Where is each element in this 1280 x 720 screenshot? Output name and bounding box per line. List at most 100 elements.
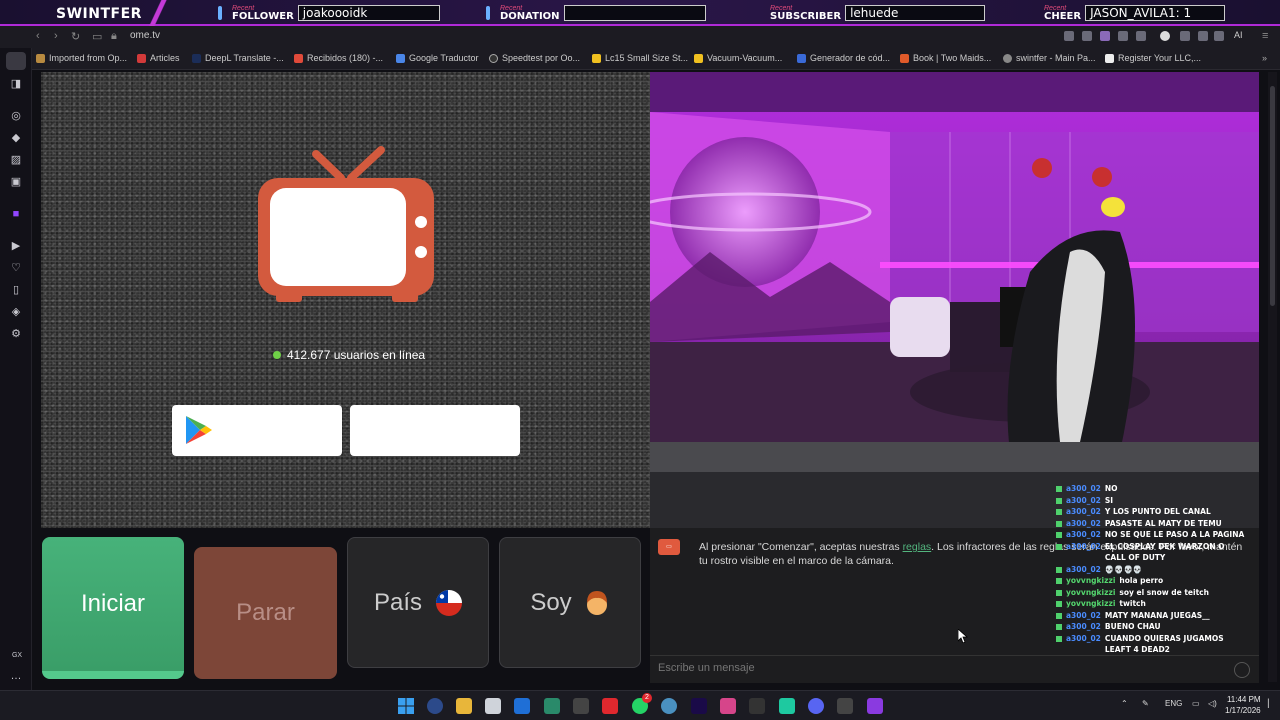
follower-marker-icon bbox=[218, 6, 222, 20]
bookmark-item[interactable]: Recibidos (180) -... bbox=[294, 53, 383, 63]
home-icon[interactable] bbox=[6, 52, 26, 70]
url-field[interactable]: ome.tv bbox=[130, 30, 160, 41]
gx-label[interactable]: GX bbox=[9, 650, 25, 662]
chat-message-text: NO bbox=[1104, 484, 1118, 493]
chat-username: a300_02 bbox=[1066, 507, 1101, 516]
windows-start-icon[interactable] bbox=[398, 698, 414, 714]
twitch-icon[interactable]: ■ bbox=[10, 208, 22, 220]
wallet-icon[interactable] bbox=[1214, 31, 1224, 41]
subscriber-label: SUBSCRIBER bbox=[770, 10, 842, 22]
bookmark-icon bbox=[900, 53, 909, 63]
file-explorer-icon[interactable] bbox=[456, 698, 472, 714]
app-icon[interactable] bbox=[573, 698, 589, 714]
app-icon[interactable] bbox=[779, 698, 795, 714]
chat-message-text: EL COSPLAY DEK WARZON O CALL OF DUTY bbox=[1104, 541, 1225, 563]
bookmark-item[interactable]: Vacuum-Vacuum... bbox=[694, 53, 782, 63]
tv-logo-icon bbox=[258, 146, 434, 302]
bookmark-item[interactable]: swintfer - Main Pa... bbox=[1003, 53, 1096, 63]
camera-icon[interactable]: ▭ bbox=[92, 30, 102, 43]
profile-icon[interactable] bbox=[1160, 31, 1170, 41]
box-icon[interactable]: ▣ bbox=[10, 176, 22, 188]
volume-icon[interactable]: ◁) bbox=[1208, 699, 1217, 708]
search-app-icon[interactable] bbox=[427, 698, 443, 714]
more-options-icon[interactable]: … bbox=[10, 670, 22, 682]
google-play-button[interactable] bbox=[172, 405, 342, 456]
page-scrollbar[interactable] bbox=[1268, 72, 1277, 682]
bookmark-item[interactable]: Speedtest por Oo... bbox=[489, 53, 580, 63]
chat-message-text: SI bbox=[1104, 495, 1114, 505]
lock-icon[interactable]: 🔒︎ bbox=[111, 30, 117, 43]
outlook-icon[interactable] bbox=[514, 698, 530, 714]
extensions-icon[interactable]: ◈ bbox=[10, 306, 22, 318]
steam-icon[interactable] bbox=[661, 698, 677, 714]
bookmark-item[interactable]: Imported from Op... bbox=[36, 53, 127, 63]
twitch-chat-line: a300_02 PASASTE AL MATY DE TEMU bbox=[1056, 518, 1246, 530]
app-icon[interactable] bbox=[867, 698, 883, 714]
app-icon[interactable] bbox=[837, 698, 853, 714]
emoji-icon[interactable] bbox=[1234, 662, 1250, 678]
premiere-icon[interactable] bbox=[691, 698, 707, 714]
twitch-chat-line: a300_02 SI bbox=[1056, 495, 1246, 507]
ome-logo-icon: ▭ bbox=[658, 539, 680, 555]
cheer-label: CHEER bbox=[1044, 10, 1082, 22]
stop-button[interactable]: Parar bbox=[194, 547, 337, 679]
twitch-chat-line: a300_02 💀💀💀💀 bbox=[1056, 564, 1246, 576]
notifications-icon[interactable]: ▏ bbox=[1268, 699, 1274, 708]
opera-gx-icon[interactable] bbox=[602, 698, 618, 714]
country-selector[interactable]: País bbox=[347, 537, 489, 668]
bookmark-item[interactable]: DeepL Translate -... bbox=[192, 53, 284, 63]
snapshot-icon[interactable] bbox=[1082, 31, 1092, 41]
play-icon[interactable] bbox=[1118, 31, 1128, 41]
back-icon[interactable]: ‹ bbox=[36, 30, 40, 42]
tray-expand-icon[interactable]: ⌃ bbox=[1121, 699, 1128, 708]
app-icon[interactable] bbox=[544, 698, 560, 714]
bookmark-item[interactable]: Google Traductor bbox=[396, 53, 479, 63]
follower-value: joakoooidk bbox=[297, 5, 440, 21]
chat-badge-icon bbox=[1056, 601, 1062, 607]
chat-badge-icon bbox=[1056, 532, 1062, 538]
shield-icon[interactable] bbox=[1100, 31, 1110, 41]
display-icon[interactable]: ▭ bbox=[1192, 699, 1200, 708]
discord-icon[interactable] bbox=[808, 698, 824, 714]
network-icon[interactable]: ✎ bbox=[1142, 699, 1149, 708]
player-icon[interactable]: ▶ bbox=[10, 240, 22, 252]
bookmark-item[interactable]: Generador de cód... bbox=[797, 53, 890, 63]
bookmark-item[interactable]: Book | Two Maids... bbox=[900, 53, 991, 63]
app-icon[interactable] bbox=[749, 698, 765, 714]
crypto-wallet-icon[interactable]: ◆ bbox=[10, 132, 22, 144]
chat-message-input[interactable] bbox=[658, 662, 1218, 674]
scrollbar-thumb[interactable] bbox=[1270, 86, 1275, 306]
forward-icon[interactable]: › bbox=[54, 30, 58, 42]
language-indicator[interactable]: ENG bbox=[1165, 699, 1182, 708]
menu-icon[interactable]: ≡ bbox=[1262, 30, 1268, 42]
notes-icon[interactable]: ▯ bbox=[10, 284, 22, 296]
bookmark-icon bbox=[797, 53, 806, 63]
download-icon[interactable] bbox=[1198, 31, 1208, 41]
heart-icon[interactable] bbox=[1136, 31, 1146, 41]
start-button[interactable]: Iniciar bbox=[42, 537, 184, 679]
stop-label: Parar bbox=[236, 599, 295, 626]
ai-button[interactable]: AI bbox=[1234, 30, 1243, 40]
radio-icon[interactable]: ◎ bbox=[10, 110, 22, 122]
chat-badge-icon bbox=[1056, 509, 1062, 515]
store-icon[interactable] bbox=[485, 698, 501, 714]
gender-selector[interactable]: Soy bbox=[499, 537, 641, 668]
bookmark-item[interactable]: Articles bbox=[137, 53, 180, 63]
rules-link[interactable]: reglas bbox=[903, 541, 932, 553]
brand-slash-decoration bbox=[140, 0, 180, 26]
settings-icon[interactable]: ⚙ bbox=[10, 328, 22, 340]
bookmark-item[interactable]: Register Your LLC,... bbox=[1105, 53, 1201, 63]
app-icon[interactable] bbox=[720, 698, 736, 714]
extensions-icon[interactable] bbox=[1180, 31, 1190, 41]
pin-icon[interactable] bbox=[1064, 31, 1074, 41]
bookmark-item[interactable]: Lc15 Small Size St... bbox=[592, 53, 688, 63]
system-clock[interactable]: 11:44 PM 1/17/2026 bbox=[1225, 694, 1261, 716]
heart-icon[interactable]: ♡ bbox=[10, 262, 22, 274]
stripes-icon[interactable]: ▨ bbox=[10, 154, 22, 166]
more-bookmarks-icon[interactable]: » bbox=[1262, 53, 1267, 63]
reload-icon[interactable]: ↻ bbox=[71, 30, 80, 43]
twitch-chat-line: yovvngkizzi hola perro bbox=[1056, 575, 1246, 587]
gamepad-icon[interactable]: ◨ bbox=[10, 78, 22, 90]
browser-sidebar: ◨ ◎ ◆ ▨ ▣ ■ ▶ ♡ ▯ ◈ ⚙ GX … bbox=[0, 48, 32, 690]
app-store-button[interactable] bbox=[350, 405, 520, 456]
